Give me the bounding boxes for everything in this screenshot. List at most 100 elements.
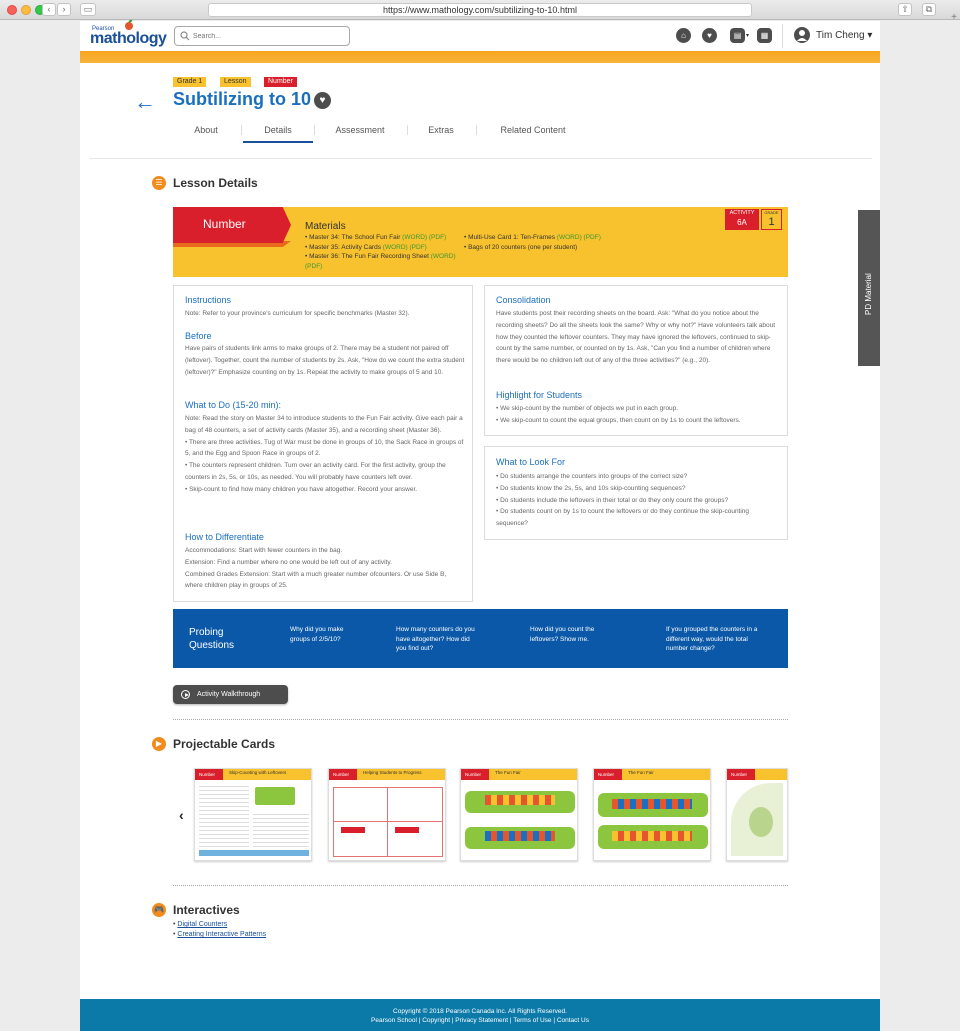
- materials-list-right: • Multi-Use Card 1: Ten-Frames (WORD) (P…: [464, 233, 664, 252]
- tab-extras[interactable]: Extras: [424, 125, 458, 143]
- card-title: The Fun Fair: [628, 770, 654, 775]
- activity-label: ACTIVITY: [729, 210, 755, 216]
- tab-details[interactable]: Details: [243, 125, 313, 143]
- planner-icon[interactable]: ▤: [730, 28, 745, 43]
- paragraph: Extension: Find a number where no one wo…: [185, 558, 392, 566]
- logo-leaf-icon: [125, 20, 133, 30]
- consolidation-heading: Consolidation: [496, 295, 551, 305]
- highlight-heading: Highlight for Students: [496, 390, 583, 400]
- projectable-card[interactable]: Number Skip-Counting with Leftovers: [194, 768, 312, 861]
- interactives-icon: 🎮: [152, 903, 166, 917]
- projectable-card[interactable]: Number The Fun Fair: [460, 768, 578, 861]
- back-arrow-icon[interactable]: ←: [134, 89, 156, 115]
- footer-links[interactable]: Pearson School | Copyright | Privacy Sta…: [80, 1016, 880, 1025]
- tab-related-content[interactable]: Related Content: [493, 125, 573, 143]
- pd-material-tab[interactable]: PD Material: [858, 210, 880, 366]
- search-box[interactable]: [174, 26, 350, 46]
- paragraph: • There are three activities. Tug of War…: [185, 438, 464, 458]
- material-item: • Bags of 20 counters (one per student): [464, 243, 664, 253]
- header-accent-strip: [80, 51, 880, 63]
- materials-banner: Number Materials • Master 34: The School…: [173, 207, 788, 277]
- strand-badge: Number: [264, 77, 297, 87]
- highlight-text: • We skip-count by the number of objects…: [496, 403, 780, 427]
- tab-divider: [407, 125, 408, 135]
- strand-tag-label: Number: [203, 217, 246, 231]
- materials-title: Materials: [305, 221, 346, 232]
- tab-divider: [241, 125, 242, 135]
- material-item: • Multi-Use Card 1: Ten-Frames (WORD) (P…: [464, 233, 664, 243]
- list-item: • Do students count on by 1s to count th…: [496, 508, 750, 528]
- card-title: Helping Students to Progress: [363, 770, 422, 775]
- sidebar-icon[interactable]: ▭: [80, 3, 96, 16]
- avatar[interactable]: [794, 27, 810, 43]
- address-bar[interactable]: https://www.mathology.com/subtilizing-to…: [208, 3, 752, 17]
- card-strand: Number: [195, 769, 223, 780]
- calendar-icon[interactable]: ▦: [757, 28, 772, 43]
- activity-walkthrough-button[interactable]: Activity Walkthrough: [173, 685, 288, 704]
- paragraph: Accommodations: Start with fewer counter…: [185, 547, 343, 554]
- instructions-text: Note: Refer to your province's curriculu…: [185, 310, 410, 317]
- search-input[interactable]: [193, 29, 343, 43]
- browser-toolbar: ‹ › ▭ https://www.mathology.com/subtiliz…: [0, 0, 960, 23]
- before-heading: Before: [185, 331, 212, 341]
- site-header: Pearson mathology ⌂ ♥ ▤ ▾ ▦ Tim Cheng ▾: [80, 20, 880, 51]
- probing-question: How many counters do you have altogether…: [396, 626, 475, 653]
- projectable-cards-title: Projectable Cards: [173, 737, 276, 751]
- play-icon: [181, 690, 190, 699]
- projectable-cards-icon: ▶: [152, 737, 166, 751]
- differentiate-text: Accommodations: Start with fewer counter…: [185, 545, 465, 592]
- header-divider: [782, 24, 783, 48]
- interactives-title: Interactives: [173, 903, 240, 917]
- favorites-icon[interactable]: ♥: [702, 28, 717, 43]
- list-item: • Do students know the 2s, 5s, and 10s s…: [496, 484, 686, 492]
- planner-dropdown-icon[interactable]: ▾: [746, 32, 749, 39]
- material-text: • Master 35: Activity Cards: [305, 243, 383, 251]
- material-links[interactable]: (WORD) (PDF): [402, 234, 446, 241]
- paragraph: • The counters represent children. Turn …: [185, 462, 446, 481]
- instructions-heading: Instructions: [185, 295, 232, 305]
- material-text: • Master 34: The School Fun Fair: [305, 234, 403, 241]
- share-icon[interactable]: ⇧: [898, 3, 912, 16]
- material-item: • Master 35: Activity Cards (WORD) (PDF): [305, 243, 461, 253]
- paragraph: Combined Grades Extension: Start with a …: [185, 570, 447, 590]
- copyright-text: Copyright © 2018 Pearson Canada Inc. All…: [393, 1008, 567, 1015]
- activity-badge: ACTIVITY 6A: [725, 209, 759, 230]
- card-title: Skip-Counting with Leftovers: [229, 770, 287, 775]
- grade-badge: Grade 1: [173, 77, 207, 87]
- paragraph: • We skip-count by the number of objects…: [496, 405, 679, 412]
- digital-counters-link[interactable]: Digital Counters: [177, 921, 227, 928]
- logo-mathology: mathology: [90, 30, 167, 47]
- tabs-icon[interactable]: ⧉: [922, 3, 936, 16]
- carousel-prev-icon[interactable]: ‹: [179, 807, 184, 823]
- material-links[interactable]: (WORD) (PDF): [557, 234, 601, 241]
- instructions-card: Instructions Note: Refer to your provinc…: [173, 285, 473, 602]
- tab-about[interactable]: About: [193, 125, 219, 143]
- material-item: • Master 34: The School Fun Fair (WORD) …: [305, 233, 461, 243]
- consolidation-text: Have students post their recording sheet…: [496, 310, 776, 365]
- tab-assessment[interactable]: Assessment: [329, 125, 391, 143]
- interactive-patterns-link[interactable]: Creating Interactive Patterns: [177, 931, 266, 938]
- projectable-card[interactable]: Number Helping Students to Progress: [328, 768, 446, 861]
- probing-question: If you grouped the counters in a differe…: [666, 626, 758, 653]
- projectable-card[interactable]: Number: [726, 768, 788, 861]
- tab-divider: [314, 125, 315, 135]
- new-tab-icon[interactable]: +: [951, 12, 957, 23]
- back-nav-icon[interactable]: ‹: [42, 3, 56, 16]
- material-text: • Multi-Use Card 1: Ten-Frames: [464, 234, 557, 241]
- close-window-button[interactable]: [7, 5, 17, 15]
- user-menu[interactable]: Tim Cheng ▾: [816, 30, 872, 41]
- grade-value: 1: [768, 216, 775, 228]
- tab-divider: [476, 125, 477, 135]
- favorite-heart-icon[interactable]: ♥: [314, 92, 331, 109]
- home-icon[interactable]: ⌂: [676, 28, 691, 43]
- probing-question: How did you count the leftovers? Show me…: [530, 626, 595, 643]
- minimize-window-button[interactable]: [21, 5, 31, 15]
- page: Pearson mathology ⌂ ♥ ▤ ▾ ▦ Tim Cheng ▾ …: [80, 20, 880, 1031]
- before-text: Have pairs of students link arms to make…: [185, 345, 465, 376]
- consolidation-card: Consolidation Have students post their r…: [484, 285, 788, 436]
- paragraph: • We skip-count to count the equal group…: [496, 416, 741, 424]
- projectable-card[interactable]: Number The Fun Fair: [593, 768, 711, 861]
- material-links[interactable]: (WORD) (PDF): [383, 244, 427, 251]
- forward-nav-icon[interactable]: ›: [57, 3, 71, 16]
- material-item: • Master 36: The Fun Fair Recording Shee…: [305, 252, 461, 271]
